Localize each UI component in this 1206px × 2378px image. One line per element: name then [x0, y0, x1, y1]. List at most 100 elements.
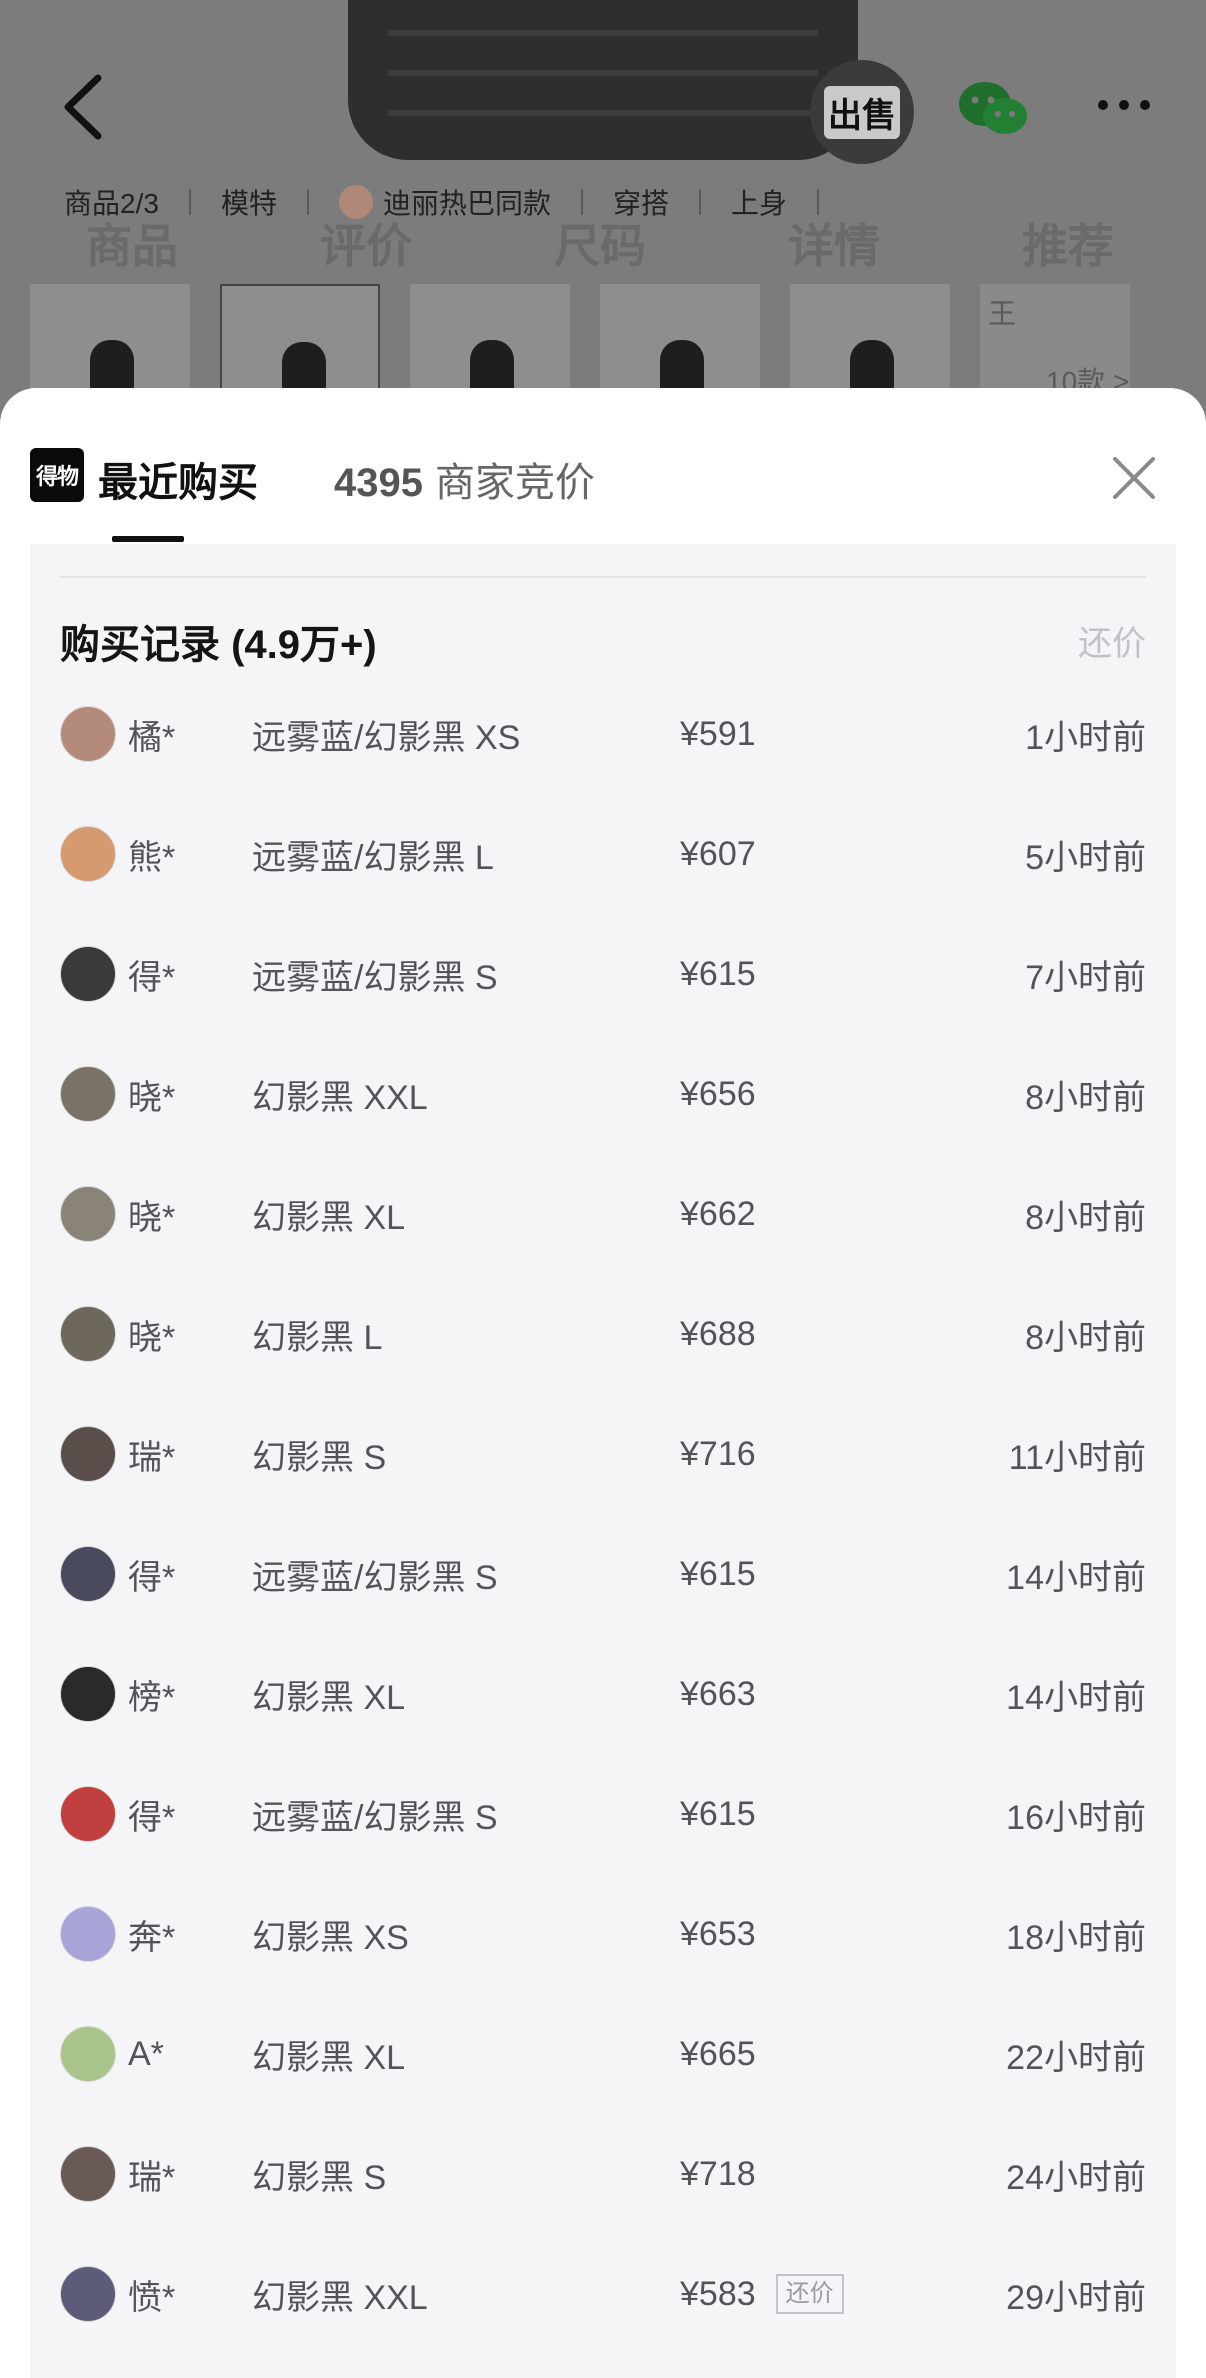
purchase-record-row: 得* 远雾蓝/幻影黑 S ¥615 7小时前 — [60, 944, 1146, 1004]
purchase-record-row: 奔* 幻影黑 XS ¥653 18小时前 — [60, 1904, 1146, 1964]
price-cell: ¥663 — [680, 1675, 756, 1714]
purchase-time: 11小时前 — [1008, 1438, 1146, 1477]
buyer-avatar — [60, 1186, 116, 1242]
close-icon[interactable] — [1112, 456, 1156, 500]
buyer-name: A* — [128, 2034, 164, 2073]
price-value: ¥662 — [680, 1194, 756, 1233]
price-value: ¥716 — [680, 1434, 756, 1473]
buyer-avatar — [60, 2026, 116, 2082]
buyer-name: 得* — [128, 958, 176, 997]
purchase-record-row: 晓* 幻影黑 L ¥688 8小时前 — [60, 1304, 1146, 1364]
variant-size: 远雾蓝/幻影黑 S — [252, 1558, 498, 1597]
purchase-records-sheet: 得物 最近购买 4395 商家竞价 购买记录 (4.9万+) 还价 橘* 远雾蓝/幻… — [0, 388, 1206, 2378]
price-value: ¥615 — [680, 954, 756, 993]
sell-label: 出售 — [824, 85, 900, 139]
buyer-name: 晓* — [128, 1318, 176, 1357]
make-offer-link[interactable]: 还价 — [1078, 616, 1146, 665]
buyer-name: 瑞* — [128, 2158, 176, 2197]
anchor-product[interactable]: 商品 — [15, 210, 249, 276]
anchor-details[interactable]: 详情 — [717, 210, 951, 276]
more-options-icon[interactable] — [1096, 98, 1152, 112]
purchase-record-row: 得* 远雾蓝/幻影黑 S ¥615 14小时前 — [60, 1544, 1146, 1604]
product-hero-image — [348, 0, 858, 160]
purchase-record-row: 熊* 远雾蓝/幻影黑 L ¥607 5小时前 — [60, 824, 1146, 884]
product-page-backdrop[interactable]: 出售 商品2/3 模特 迪丽热巴同款 穿搭 上身 商品 评价 尺码 详情 推荐 — [0, 0, 1206, 420]
purchase-record-row: 晓* 幻影黑 XXL ¥656 8小时前 — [60, 1064, 1146, 1124]
purchase-record-row: A* 幻影黑 XL ¥665 22小时前 — [60, 2024, 1146, 2084]
buyer-avatar — [60, 1786, 116, 1842]
price-cell: ¥615 — [680, 1555, 756, 1594]
variant-size: 幻影黑 XL — [252, 1198, 406, 1237]
active-tab-indicator — [112, 536, 184, 542]
buyer-name: 得* — [128, 1558, 176, 1597]
buyer-avatar — [60, 1426, 116, 1482]
buyer-avatar — [60, 706, 116, 762]
purchase-record-row: 晓* 幻影黑 XL ¥662 8小时前 — [60, 1184, 1146, 1244]
back-arrow-icon[interactable] — [58, 72, 112, 142]
price-value: ¥653 — [680, 1914, 756, 1953]
divider — [60, 576, 1146, 578]
purchase-time: 5小时前 — [1025, 838, 1146, 877]
purchase-time: 22小时前 — [1006, 2038, 1146, 2077]
buyer-avatar — [60, 1066, 116, 1122]
price-value: ¥665 — [680, 2034, 756, 2073]
variant-size: 幻影黑 XXL — [252, 1078, 428, 1117]
price-value: ¥591 — [680, 714, 756, 753]
buyer-name: 瑞* — [128, 1438, 176, 1477]
variant-size: 幻影黑 L — [252, 1318, 383, 1357]
buyer-avatar — [60, 826, 116, 882]
purchase-time: 8小时前 — [1025, 1078, 1146, 1117]
price-value: ¥718 — [680, 2154, 756, 2193]
variant-size: 幻影黑 S — [252, 1438, 387, 1477]
buyer-avatar — [60, 1666, 116, 1722]
buyer-name: 奔* — [128, 1918, 176, 1957]
tab-merchant-bids[interactable]: 4395 商家竞价 — [334, 450, 595, 508]
price-cell: ¥615 — [680, 1795, 756, 1834]
buyer-name: 晓* — [128, 1078, 176, 1117]
buyer-name: 橘* — [128, 718, 176, 757]
price-cell: ¥607 — [680, 835, 756, 874]
variant-size: 幻影黑 XXL — [252, 2278, 428, 2317]
purchase-time: 1小时前 — [1025, 718, 1146, 757]
sell-button[interactable]: 出售 — [810, 60, 914, 164]
purchase-time: 24小时前 — [1006, 2158, 1146, 2197]
buyer-avatar — [60, 946, 116, 1002]
sheet-header: 得物 最近购买 4395 商家竞价 — [0, 388, 1206, 544]
bargain-badge: 还价 — [775, 2274, 844, 2314]
buyer-name: 榜* — [128, 1678, 176, 1717]
buyer-name: 熊* — [128, 838, 176, 877]
section-anchor-nav: 商品 评价 尺码 详情 推荐 — [0, 210, 1206, 276]
variant-size: 幻影黑 XL — [252, 2038, 406, 2077]
buyer-avatar — [60, 2266, 116, 2322]
purchase-time: 29小时前 — [1006, 2278, 1146, 2317]
buyer-name: 得* — [128, 1798, 176, 1837]
price-cell: ¥665 — [680, 2035, 756, 2074]
price-cell: ¥688 — [680, 1315, 756, 1354]
purchase-time: 8小时前 — [1025, 1198, 1146, 1237]
buyer-avatar — [60, 2146, 116, 2202]
purchase-time: 14小时前 — [1006, 1678, 1146, 1717]
purchase-record-row: 瑞* 幻影黑 S ¥716 11小时前 — [60, 1424, 1146, 1484]
tab-recent-purchases[interactable]: 最近购买 — [98, 450, 258, 508]
price-cell: ¥656 — [680, 1075, 756, 1114]
dewu-logo-icon: 得物 — [30, 448, 84, 502]
price-cell: ¥653 — [680, 1915, 756, 1954]
price-value: ¥615 — [680, 1554, 756, 1593]
variant-size: 远雾蓝/幻影黑 S — [252, 958, 498, 997]
buyer-name: 晓* — [128, 1198, 176, 1237]
wechat-share-icon[interactable] — [955, 78, 1031, 140]
more-styles-prefix: 王 — [988, 298, 1017, 329]
purchase-time: 14小时前 — [1006, 1558, 1146, 1597]
price-cell: ¥615 — [680, 955, 756, 994]
purchase-record-row: 瑞* 幻影黑 S ¥718 24小时前 — [60, 2144, 1146, 2204]
price-value: ¥615 — [680, 1794, 756, 1833]
price-cell: ¥716 — [680, 1435, 756, 1474]
anchor-size[interactable]: 尺码 — [483, 210, 717, 276]
price-value: ¥688 — [680, 1314, 756, 1353]
price-cell: ¥718 — [680, 2155, 756, 2194]
records-panel[interactable]: 购买记录 (4.9万+) 还价 橘* 远雾蓝/幻影黑 XS ¥591 1小时前 熊* 远雾… — [30, 544, 1176, 2378]
anchor-reviews[interactable]: 评价 — [249, 210, 483, 276]
records-title: 购买记录 (4.9万+) — [60, 623, 377, 667]
buyer-name: 愤* — [128, 2278, 176, 2317]
anchor-recommend[interactable]: 推荐 — [951, 210, 1185, 276]
